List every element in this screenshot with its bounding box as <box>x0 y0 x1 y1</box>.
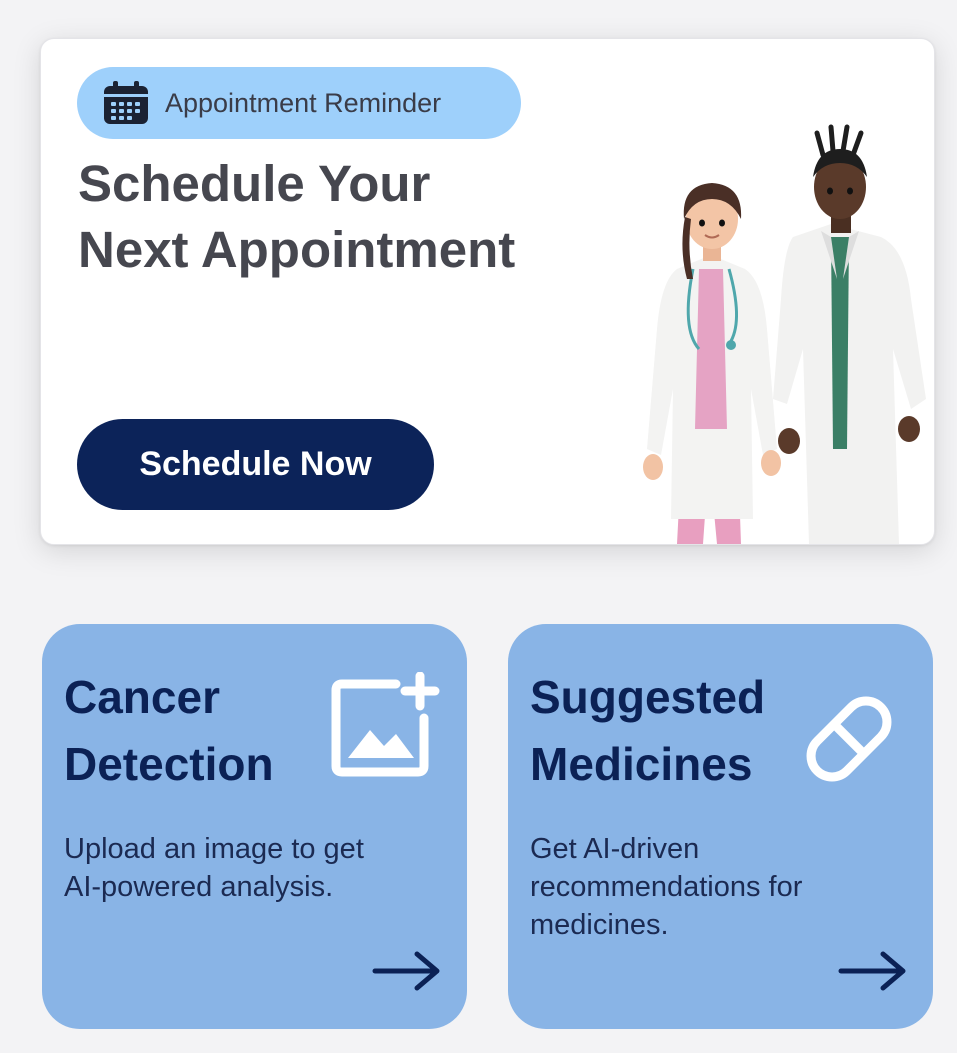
card-title-line-1: Cancer <box>64 671 220 723</box>
card-desc-line-1: Upload an image to get <box>64 833 364 865</box>
male-doctor-figure <box>773 124 926 544</box>
card-title-line-1: Suggested <box>530 671 766 723</box>
arrow-right-icon[interactable] <box>837 949 909 993</box>
banner-title-line-1: Schedule Your <box>78 155 431 212</box>
banner-title-line-2: Next Appointment <box>78 221 516 278</box>
appointment-reminder-label: Appointment Reminder <box>165 87 442 118</box>
appointment-reminder-badge: Appointment Reminder <box>77 67 521 139</box>
appointment-banner[interactable]: Appointment Reminder Schedule Your Next … <box>40 38 935 545</box>
cancer-detection-description: Upload an image to get AI-powered analys… <box>64 830 424 906</box>
add-image-icon <box>331 672 440 777</box>
card-title-line-2: Medicines <box>530 738 753 790</box>
cancer-detection-card[interactable]: Cancer Detection Upload an image to get … <box>42 624 467 1029</box>
schedule-now-button[interactable]: Schedule Now <box>77 419 434 510</box>
card-title-line-2: Detection <box>64 738 274 790</box>
doctors-illustration <box>643 124 926 544</box>
calendar-icon <box>104 81 148 124</box>
suggested-medicines-card[interactable]: Suggested Medicines Get AI-driven recomm… <box>508 624 933 1029</box>
card-desc-line-2: recommendations for <box>530 871 803 903</box>
card-desc-line-3: medicines. <box>530 909 669 941</box>
arrow-right-icon[interactable] <box>371 949 443 993</box>
suggested-medicines-description: Get AI-driven recommendations for medici… <box>530 830 890 944</box>
banner-title: Schedule Your Next Appointment <box>78 151 618 283</box>
card-desc-line-1: Get AI-driven <box>530 833 700 865</box>
card-desc-line-2: AI-powered analysis. <box>64 871 334 903</box>
pill-icon <box>806 696 892 782</box>
cancer-detection-title: Cancer Detection <box>64 664 334 798</box>
suggested-medicines-title: Suggested Medicines <box>530 664 800 798</box>
female-doctor-figure <box>643 183 781 544</box>
